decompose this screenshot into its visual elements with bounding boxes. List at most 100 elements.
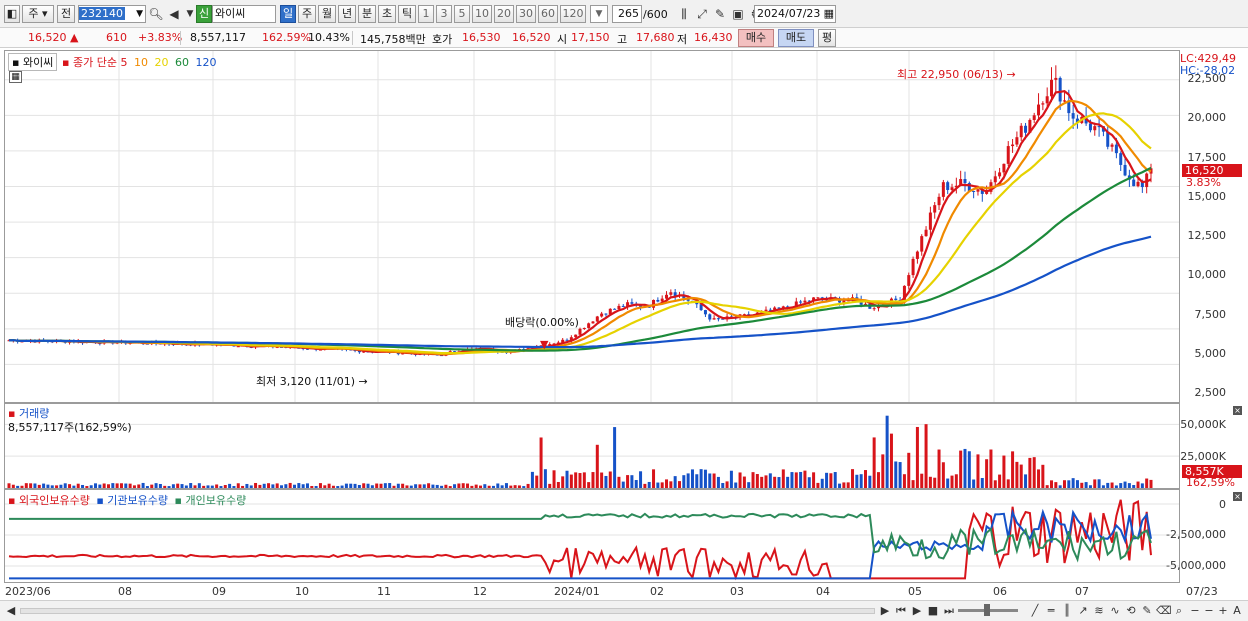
trend-tool-icon[interactable]: ↗ [1076, 604, 1090, 617]
holdings-close-icon[interactable]: × [1233, 492, 1242, 501]
ma-legend[interactable]: ▪ 종가 단순 5 10 20 60 120 [62, 54, 216, 70]
holdings-legend[interactable]: ▪ 외국인보유수량 ▪ 기관보유수량 ▪ 개인보유수량 [8, 492, 246, 508]
scroll-right-icon[interactable]: ▶ [878, 604, 892, 617]
grid-icon[interactable]: ▦ [9, 71, 22, 83]
stock-legend[interactable]: ▪ 와이씨 [8, 53, 58, 71]
zoom-in-icon[interactable]: − [1202, 604, 1216, 617]
volume-ratio: 162.59% [262, 31, 311, 44]
tick-10[interactable]: 10 [472, 5, 492, 23]
x-tick: 10 [295, 585, 309, 598]
scroll-left-icon[interactable]: ◀ [4, 604, 18, 617]
volume-bar [911, 480, 915, 488]
tick-120[interactable]: 120 [560, 5, 586, 23]
volume-bar [340, 485, 344, 488]
cycle-tool-icon[interactable]: ⟲ [1124, 604, 1138, 617]
volume-bar [517, 485, 521, 488]
volume-bar [630, 475, 634, 488]
tick-60[interactable]: 60 [538, 5, 558, 23]
volume-bar [755, 474, 759, 488]
font-size-icon[interactable]: A [1230, 604, 1244, 617]
calendar-icon[interactable]: ▦ [824, 6, 834, 22]
volume-bar [487, 485, 491, 488]
save-icon[interactable]: ▣ [730, 6, 746, 22]
sell-button[interactable]: 매도 [778, 29, 814, 47]
date-input[interactable]: 2024/07/23 ▦ [754, 5, 836, 23]
stock-code-input[interactable]: 232140 ▼ [78, 5, 146, 23]
foreign-line [8, 499, 1152, 581]
tf-year[interactable]: 년 [338, 5, 356, 23]
credit-badge[interactable]: 신 [196, 5, 212, 23]
volume-bar [68, 484, 72, 488]
hline-tool-icon[interactable]: ═ [1044, 604, 1058, 617]
institution-label: 기관보유수량 [107, 494, 169, 507]
zoom-icon[interactable]: ⤢ [694, 6, 710, 22]
volume-bar [375, 483, 379, 488]
volume-bar [232, 486, 236, 488]
panel-toggle-icon[interactable]: ◧ [4, 5, 20, 23]
candle-body [1011, 144, 1015, 147]
volume-bar [1127, 483, 1131, 488]
zoom-tool-icon[interactable]: ⌕ [1172, 604, 1186, 618]
draw-tool-icon[interactable]: ✎ [712, 6, 728, 22]
first-page-icon[interactable]: ⏮ [894, 604, 908, 618]
volume-bar [357, 484, 361, 488]
volume-bar [145, 486, 149, 488]
candle-body [872, 308, 876, 310]
speaker-icon[interactable]: ◀ [166, 6, 182, 22]
volume-bar [621, 481, 625, 488]
play-icon[interactable]: ▶ [910, 604, 924, 617]
count-input[interactable]: 265 [612, 5, 642, 23]
volume-bar [254, 482, 258, 488]
volume-bar [16, 485, 20, 488]
price-pane[interactable] [4, 50, 1180, 403]
volume-pane[interactable] [4, 403, 1180, 489]
volume-bar [561, 476, 565, 488]
tf-day[interactable]: 일 [280, 5, 296, 23]
last-page-icon[interactable]: ⏭ [942, 604, 956, 618]
tf-minute[interactable]: 분 [358, 5, 376, 23]
volume-bar [915, 426, 919, 488]
code-dropdown-icon[interactable]: ▼ [136, 6, 143, 22]
tf-tick[interactable]: 틱 [398, 5, 416, 23]
tick-3[interactable]: 3 [436, 5, 452, 23]
candle-body [1132, 179, 1136, 187]
stop-icon[interactable]: ■ [926, 604, 940, 617]
eval-button[interactable]: 평 [818, 29, 836, 47]
tick-30[interactable]: 30 [516, 5, 536, 23]
ma-line [8, 99, 1152, 356]
volume-bar [1080, 482, 1084, 488]
volume-bar [552, 470, 556, 488]
volume-bar [595, 444, 599, 488]
candle-body [1114, 144, 1118, 154]
line-tool-icon[interactable]: ╱ [1028, 604, 1042, 617]
custom-interval-dropdown-icon[interactable]: ▼ [590, 5, 608, 23]
zoom-slider-handle[interactable] [984, 604, 990, 616]
volume-bar [530, 471, 534, 488]
stock-name-field[interactable]: 와이씨 [212, 5, 276, 23]
search-icon[interactable]: 🔍︎ [148, 6, 164, 22]
volume-bar [85, 486, 89, 488]
vline-tool-icon[interactable]: ║ [1060, 604, 1074, 617]
volume-bar [790, 472, 794, 488]
tf-second[interactable]: 초 [378, 5, 396, 23]
volume-close-icon[interactable]: × [1233, 406, 1242, 415]
eraser-tool-icon[interactable]: ⌫ [1156, 604, 1172, 617]
period-select[interactable]: 주 ▾ [22, 5, 54, 23]
buy-button[interactable]: 매수 [738, 29, 774, 47]
volume-bar [37, 484, 41, 488]
volume-bar [405, 485, 409, 488]
fib-tool-icon[interactable]: ≋ [1092, 604, 1106, 617]
wave-tool-icon[interactable]: ∿ [1108, 604, 1122, 617]
zoom-out-icon[interactable]: − [1188, 604, 1202, 617]
candle-type-icon[interactable]: ⫼ [676, 6, 692, 22]
tf-month[interactable]: 월 [318, 5, 336, 23]
tick-5[interactable]: 5 [454, 5, 470, 23]
compare-button[interactable]: 전 [57, 5, 75, 23]
tick-1[interactable]: 1 [418, 5, 434, 23]
plus-icon[interactable]: + [1216, 604, 1230, 617]
tf-week[interactable]: 주 [298, 5, 316, 23]
horizontal-scrollbar[interactable] [20, 608, 875, 614]
high-price: 17,680 [636, 31, 675, 44]
brush-tool-icon[interactable]: ✎ [1140, 604, 1154, 617]
tick-20[interactable]: 20 [494, 5, 514, 23]
